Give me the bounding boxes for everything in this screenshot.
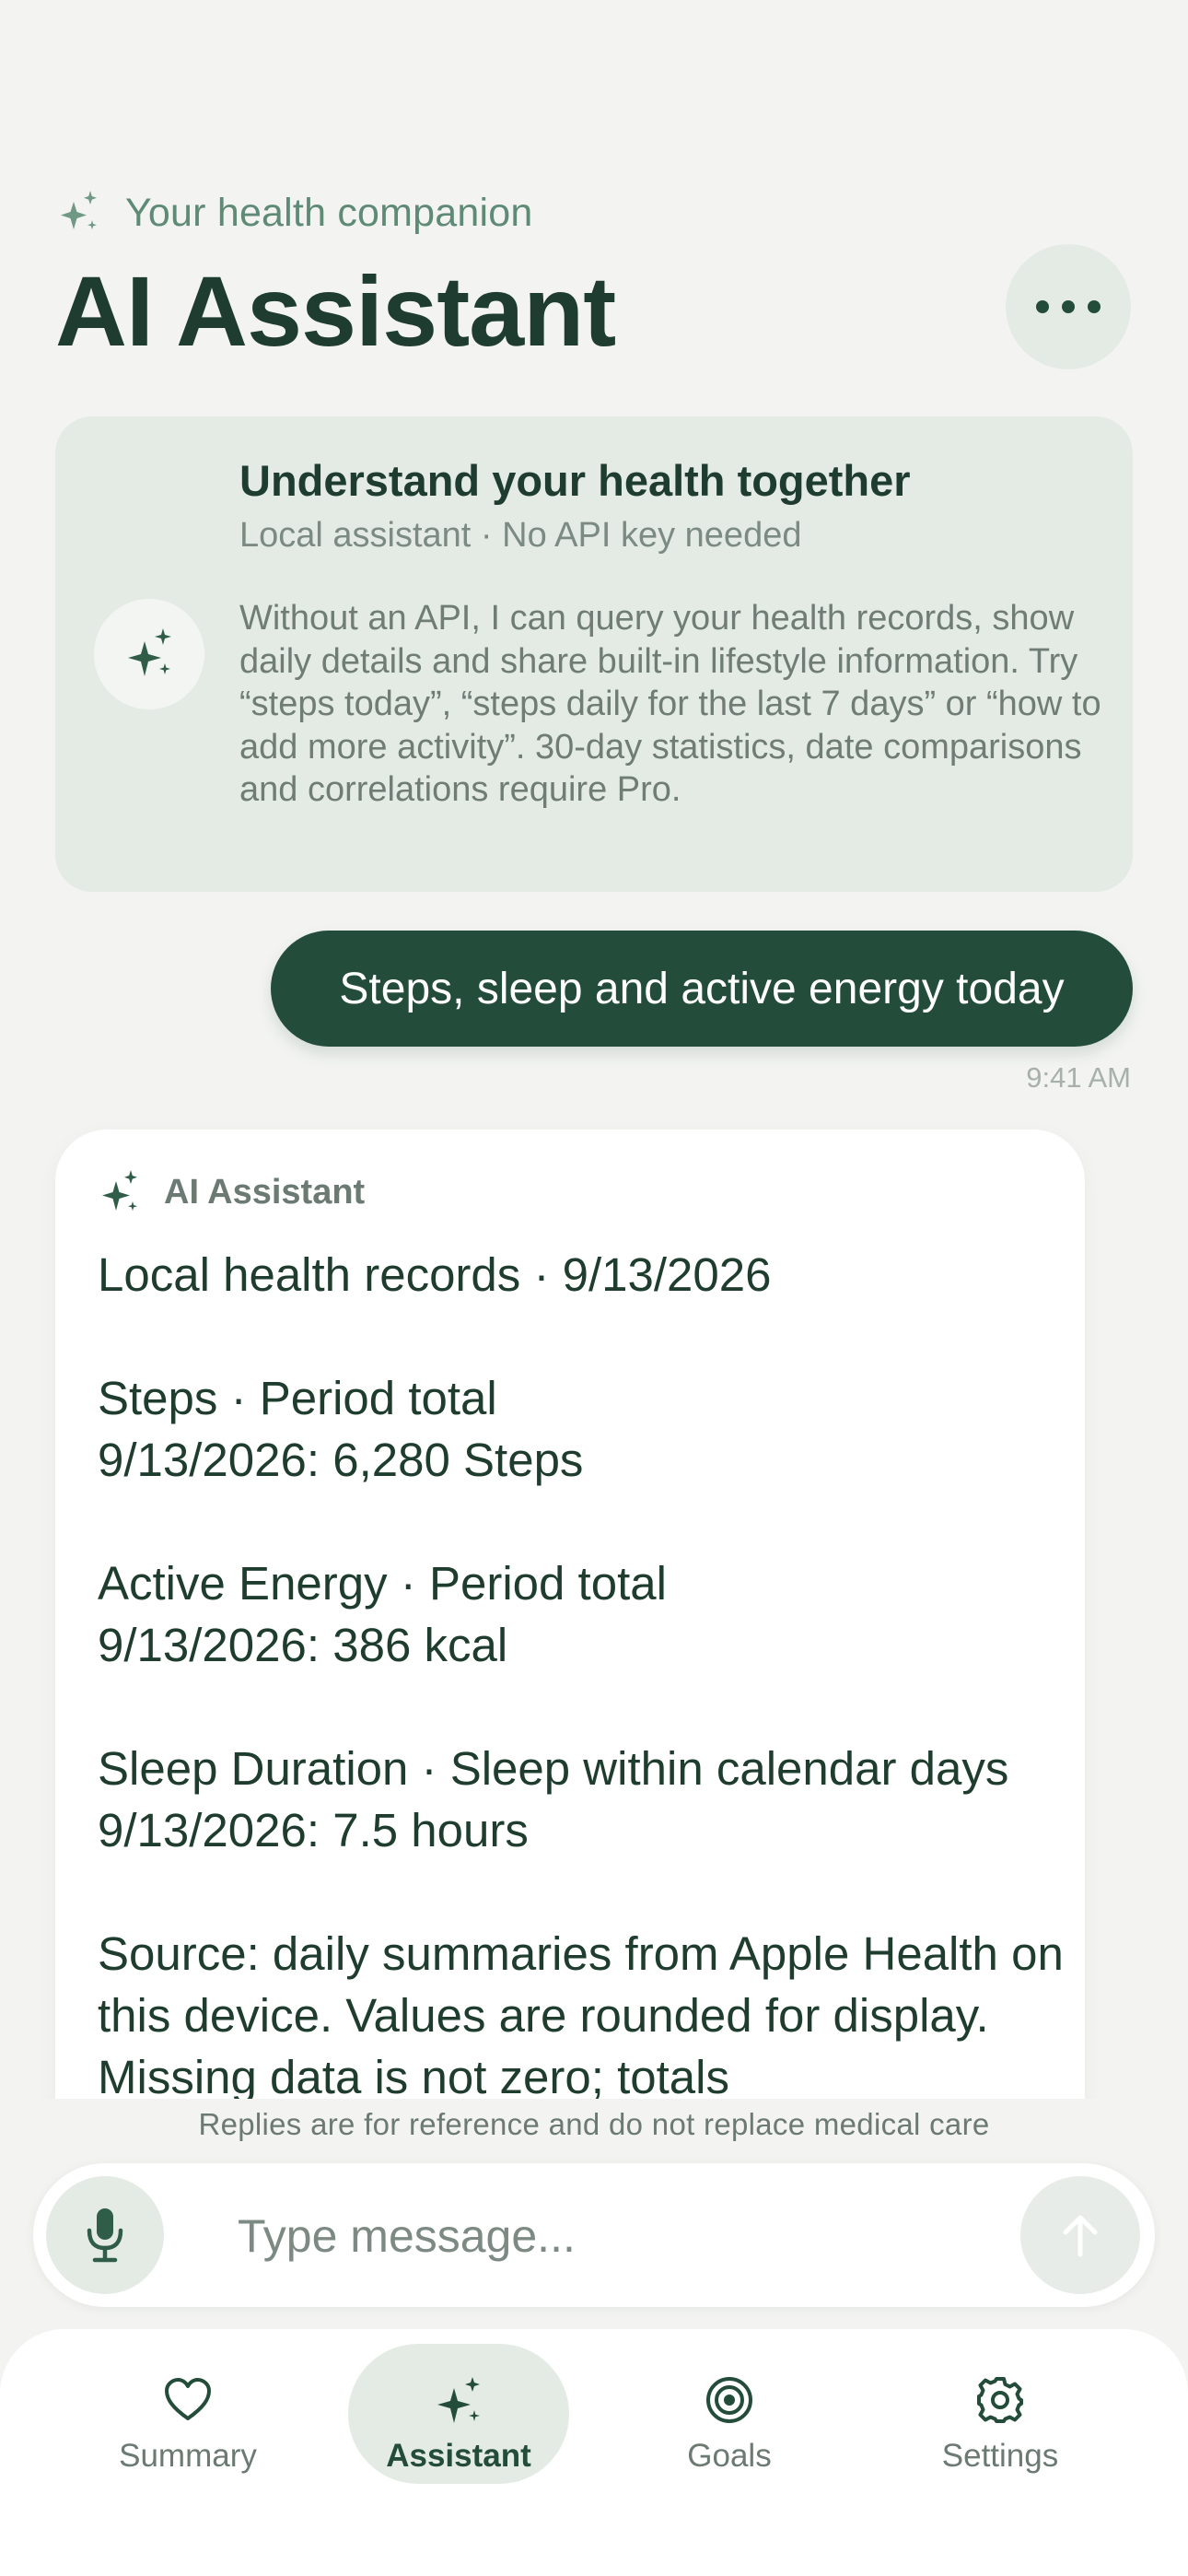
intro-card: Understand your health together Local as… [55,416,1133,892]
message-composer [33,2163,1155,2309]
page-title: AI Assistant [55,255,616,367]
assistant-label: AI Assistant [164,1172,366,1212]
tab-assistant[interactable]: Assistant [348,2344,569,2484]
intro-icon-circle [94,599,204,709]
assistant-message-text: Local health records · 9/13/2026 Steps ·… [98,1248,1064,2103]
tab-settings-label: Settings [941,2438,1059,2474]
medical-disclaimer: Replies are for reference and do not rep… [198,2107,990,2141]
message-input[interactable] [236,2163,995,2309]
tab-summary-label: Summary [119,2438,257,2474]
tab-assistant-label: Assistant [386,2438,531,2474]
target-icon [706,2377,752,2423]
send-button[interactable] [1020,2176,1140,2294]
tab-goals[interactable]: Goals [619,2344,840,2484]
sparkle-icon [61,191,97,229]
intro-subtitle: Local assistant · No API key needed [239,516,802,555]
intro-body: Without an API, I can query your health … [239,599,1101,809]
microphone-button[interactable] [46,2176,164,2294]
sparkle-icon [437,2377,480,2423]
assistant-message-header: AI Assistant [99,1168,365,1216]
tab-settings[interactable]: Settings [890,2344,1111,2484]
header-subtitle-row: Your health companion [57,189,533,237]
arrow-up-icon [1063,2215,1098,2257]
tab-bar: Summary Assistant Goals Settings [0,2329,1188,2484]
intro-title: Understand your health together [239,456,911,505]
user-message-bubble[interactable]: Steps, sleep and active energy today [271,931,1133,1047]
tab-summary[interactable]: Summary [77,2344,298,2484]
home-indicator-area [0,2484,1188,2576]
sparkle-icon [102,1170,137,1211]
more-options-button[interactable] [1006,244,1131,369]
tab-goals-label: Goals [687,2438,772,2474]
assistant-message-card: AI Assistant Local health records · 9/13… [55,1130,1085,2171]
more-dots-icon [1036,300,1049,313]
user-message-text: Steps, sleep and active energy today [339,964,1065,1013]
sparkle-icon [128,628,171,676]
microphone-icon [87,2208,123,2263]
header-subtitle: Your health companion [125,190,533,235]
heart-icon [165,2378,211,2420]
message-timestamp: 9:41 AM [1026,1061,1131,1094]
gear-icon [977,2377,1023,2423]
